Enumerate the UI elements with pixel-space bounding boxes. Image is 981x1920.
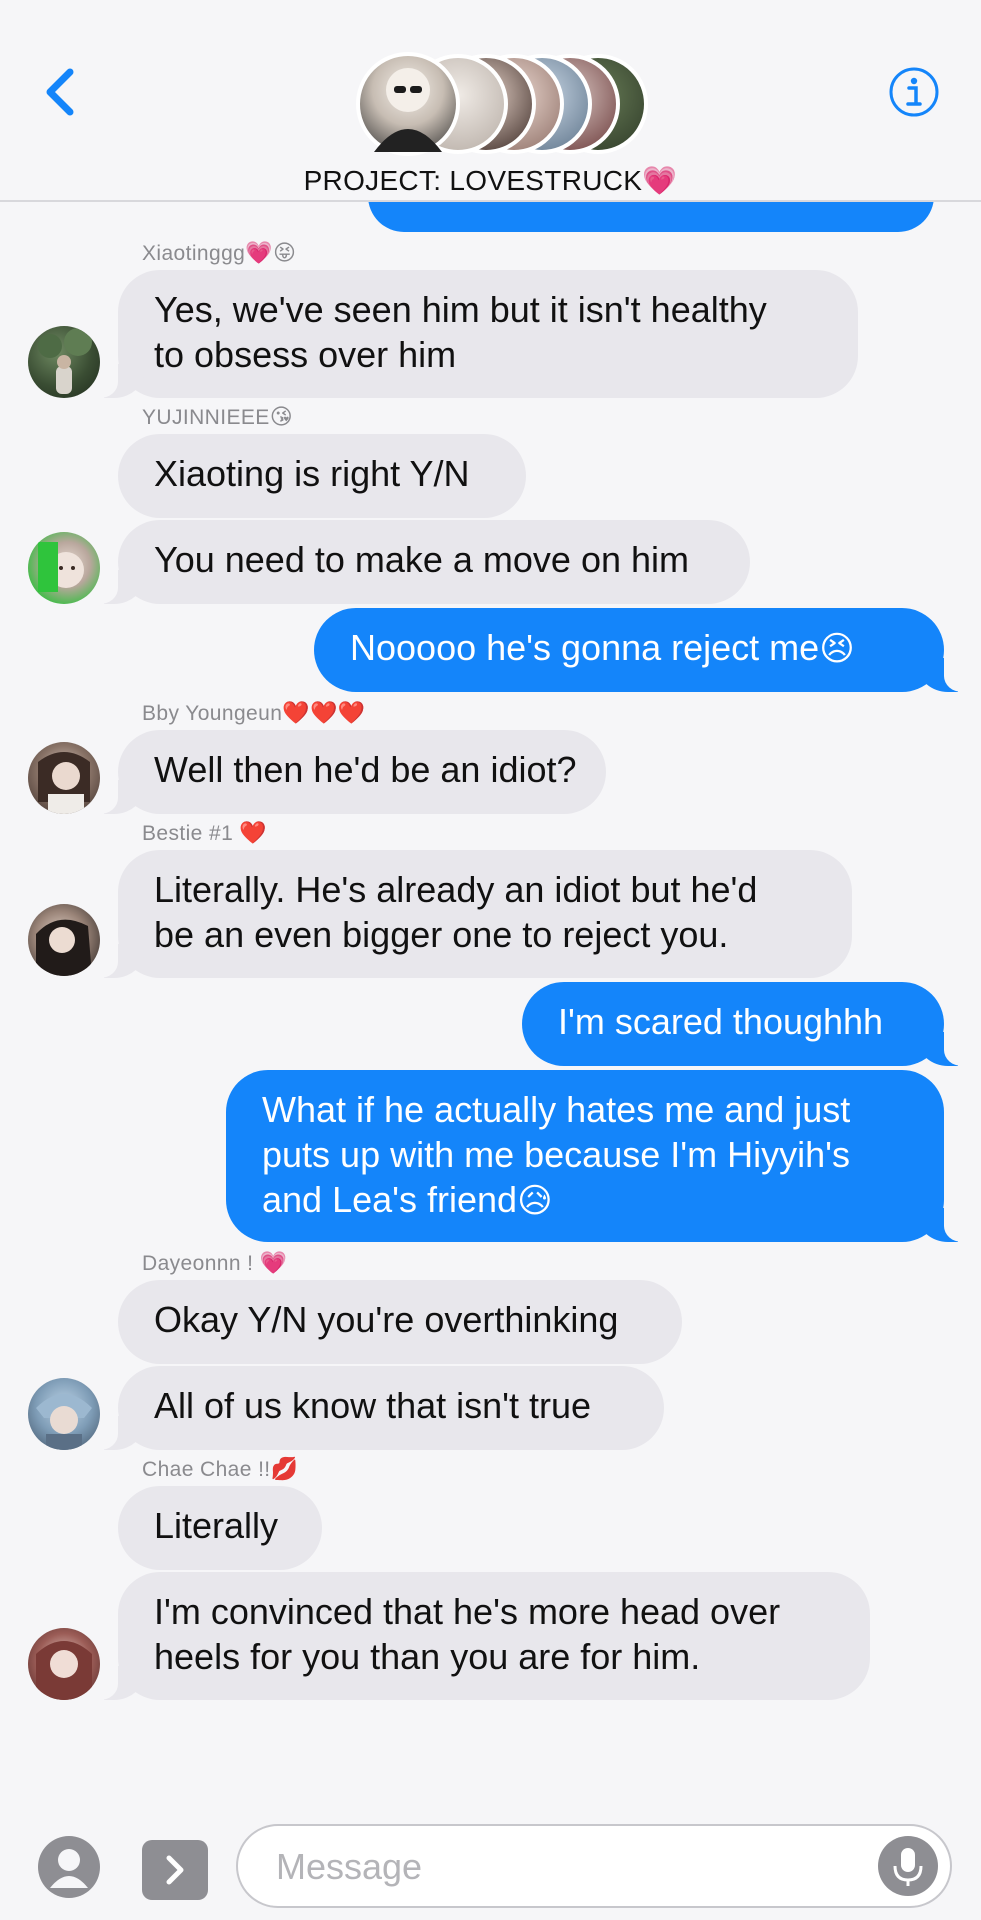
message-bubble-incoming[interactable]: You need to make a move on him bbox=[88, 520, 750, 604]
avatar-photo bbox=[36, 1394, 92, 1450]
sender-name: Xiaotinggg💗😝 bbox=[142, 240, 297, 265]
message-bubble-outgoing[interactable]: Nooooo he's gonna reject me😣 bbox=[314, 608, 974, 692]
info-button[interactable] bbox=[888, 66, 940, 118]
sender-name: Bestie #1 ❤️ bbox=[142, 820, 268, 845]
chevron-left-icon bbox=[46, 68, 74, 116]
conversation-header: PROJECT: LOVESTRUCK💗 bbox=[0, 0, 981, 202]
avatar-photo bbox=[36, 919, 92, 976]
sender-name: YUJINNIEEE😘 bbox=[142, 404, 294, 429]
avatar-photo bbox=[38, 752, 90, 814]
avatar[interactable] bbox=[28, 904, 100, 976]
microphone-button[interactable] bbox=[878, 1836, 938, 1896]
message-bubble-outgoing[interactable]: I'm scared thoughhh bbox=[522, 982, 974, 1066]
sender-name: Dayeonnn ! 💗 bbox=[142, 1250, 288, 1275]
message-field[interactable] bbox=[236, 1824, 952, 1908]
message-composer bbox=[0, 1800, 981, 1920]
message-bubble-incoming[interactable]: Literally bbox=[118, 1486, 322, 1570]
app-store-icon bbox=[50, 1849, 88, 1888]
avatar[interactable] bbox=[28, 326, 100, 398]
group-avatar-stack[interactable] bbox=[356, 52, 656, 156]
message-bubble-incoming[interactable]: Yes, we've seen him but it isn't healthy… bbox=[88, 270, 858, 398]
message-bubble-incoming[interactable]: Okay Y/N you're overthinking bbox=[118, 1280, 682, 1364]
back-button[interactable] bbox=[36, 56, 86, 126]
avatar-photo bbox=[36, 1641, 92, 1700]
info-icon bbox=[889, 67, 939, 117]
avatar[interactable] bbox=[28, 742, 100, 814]
conversation: Xiaotinggg💗😝 Yes, we've seen him but it … bbox=[0, 0, 981, 1800]
sender-name: Chae Chae !!💋 bbox=[142, 1456, 299, 1481]
avatar-photo bbox=[374, 68, 442, 152]
avatar-photo bbox=[38, 328, 92, 394]
group-avatar bbox=[356, 52, 460, 156]
avatar[interactable] bbox=[28, 532, 100, 604]
microphone-icon bbox=[893, 1848, 923, 1886]
message-bubble-incoming[interactable]: All of us know that isn't true bbox=[88, 1366, 664, 1450]
avatar[interactable] bbox=[28, 1628, 100, 1700]
message-bubble-incoming[interactable]: Well then he'd be an idiot? bbox=[88, 730, 606, 814]
chevron-right-icon bbox=[166, 1855, 184, 1885]
message-bubble-incoming[interactable]: Literally. He's already an idiot but he'… bbox=[88, 850, 852, 978]
group-title[interactable]: PROJECT: LOVESTRUCK💗 bbox=[0, 164, 981, 197]
message-input[interactable] bbox=[274, 1840, 878, 1894]
avatar[interactable] bbox=[28, 1378, 100, 1450]
avatar-photo bbox=[38, 542, 84, 592]
message-bubble-outgoing[interactable]: What if he actually hates me and just pu… bbox=[226, 1070, 974, 1242]
message-bubble-incoming[interactable]: Xiaoting is right Y/N bbox=[118, 434, 526, 518]
apps-button[interactable] bbox=[38, 1836, 100, 1898]
message-bubble-incoming[interactable]: I'm convinced that he's more head over h… bbox=[88, 1572, 870, 1700]
expand-button[interactable] bbox=[142, 1840, 208, 1900]
sender-name: Bby Youngeun❤️❤️❤️ bbox=[142, 700, 366, 725]
